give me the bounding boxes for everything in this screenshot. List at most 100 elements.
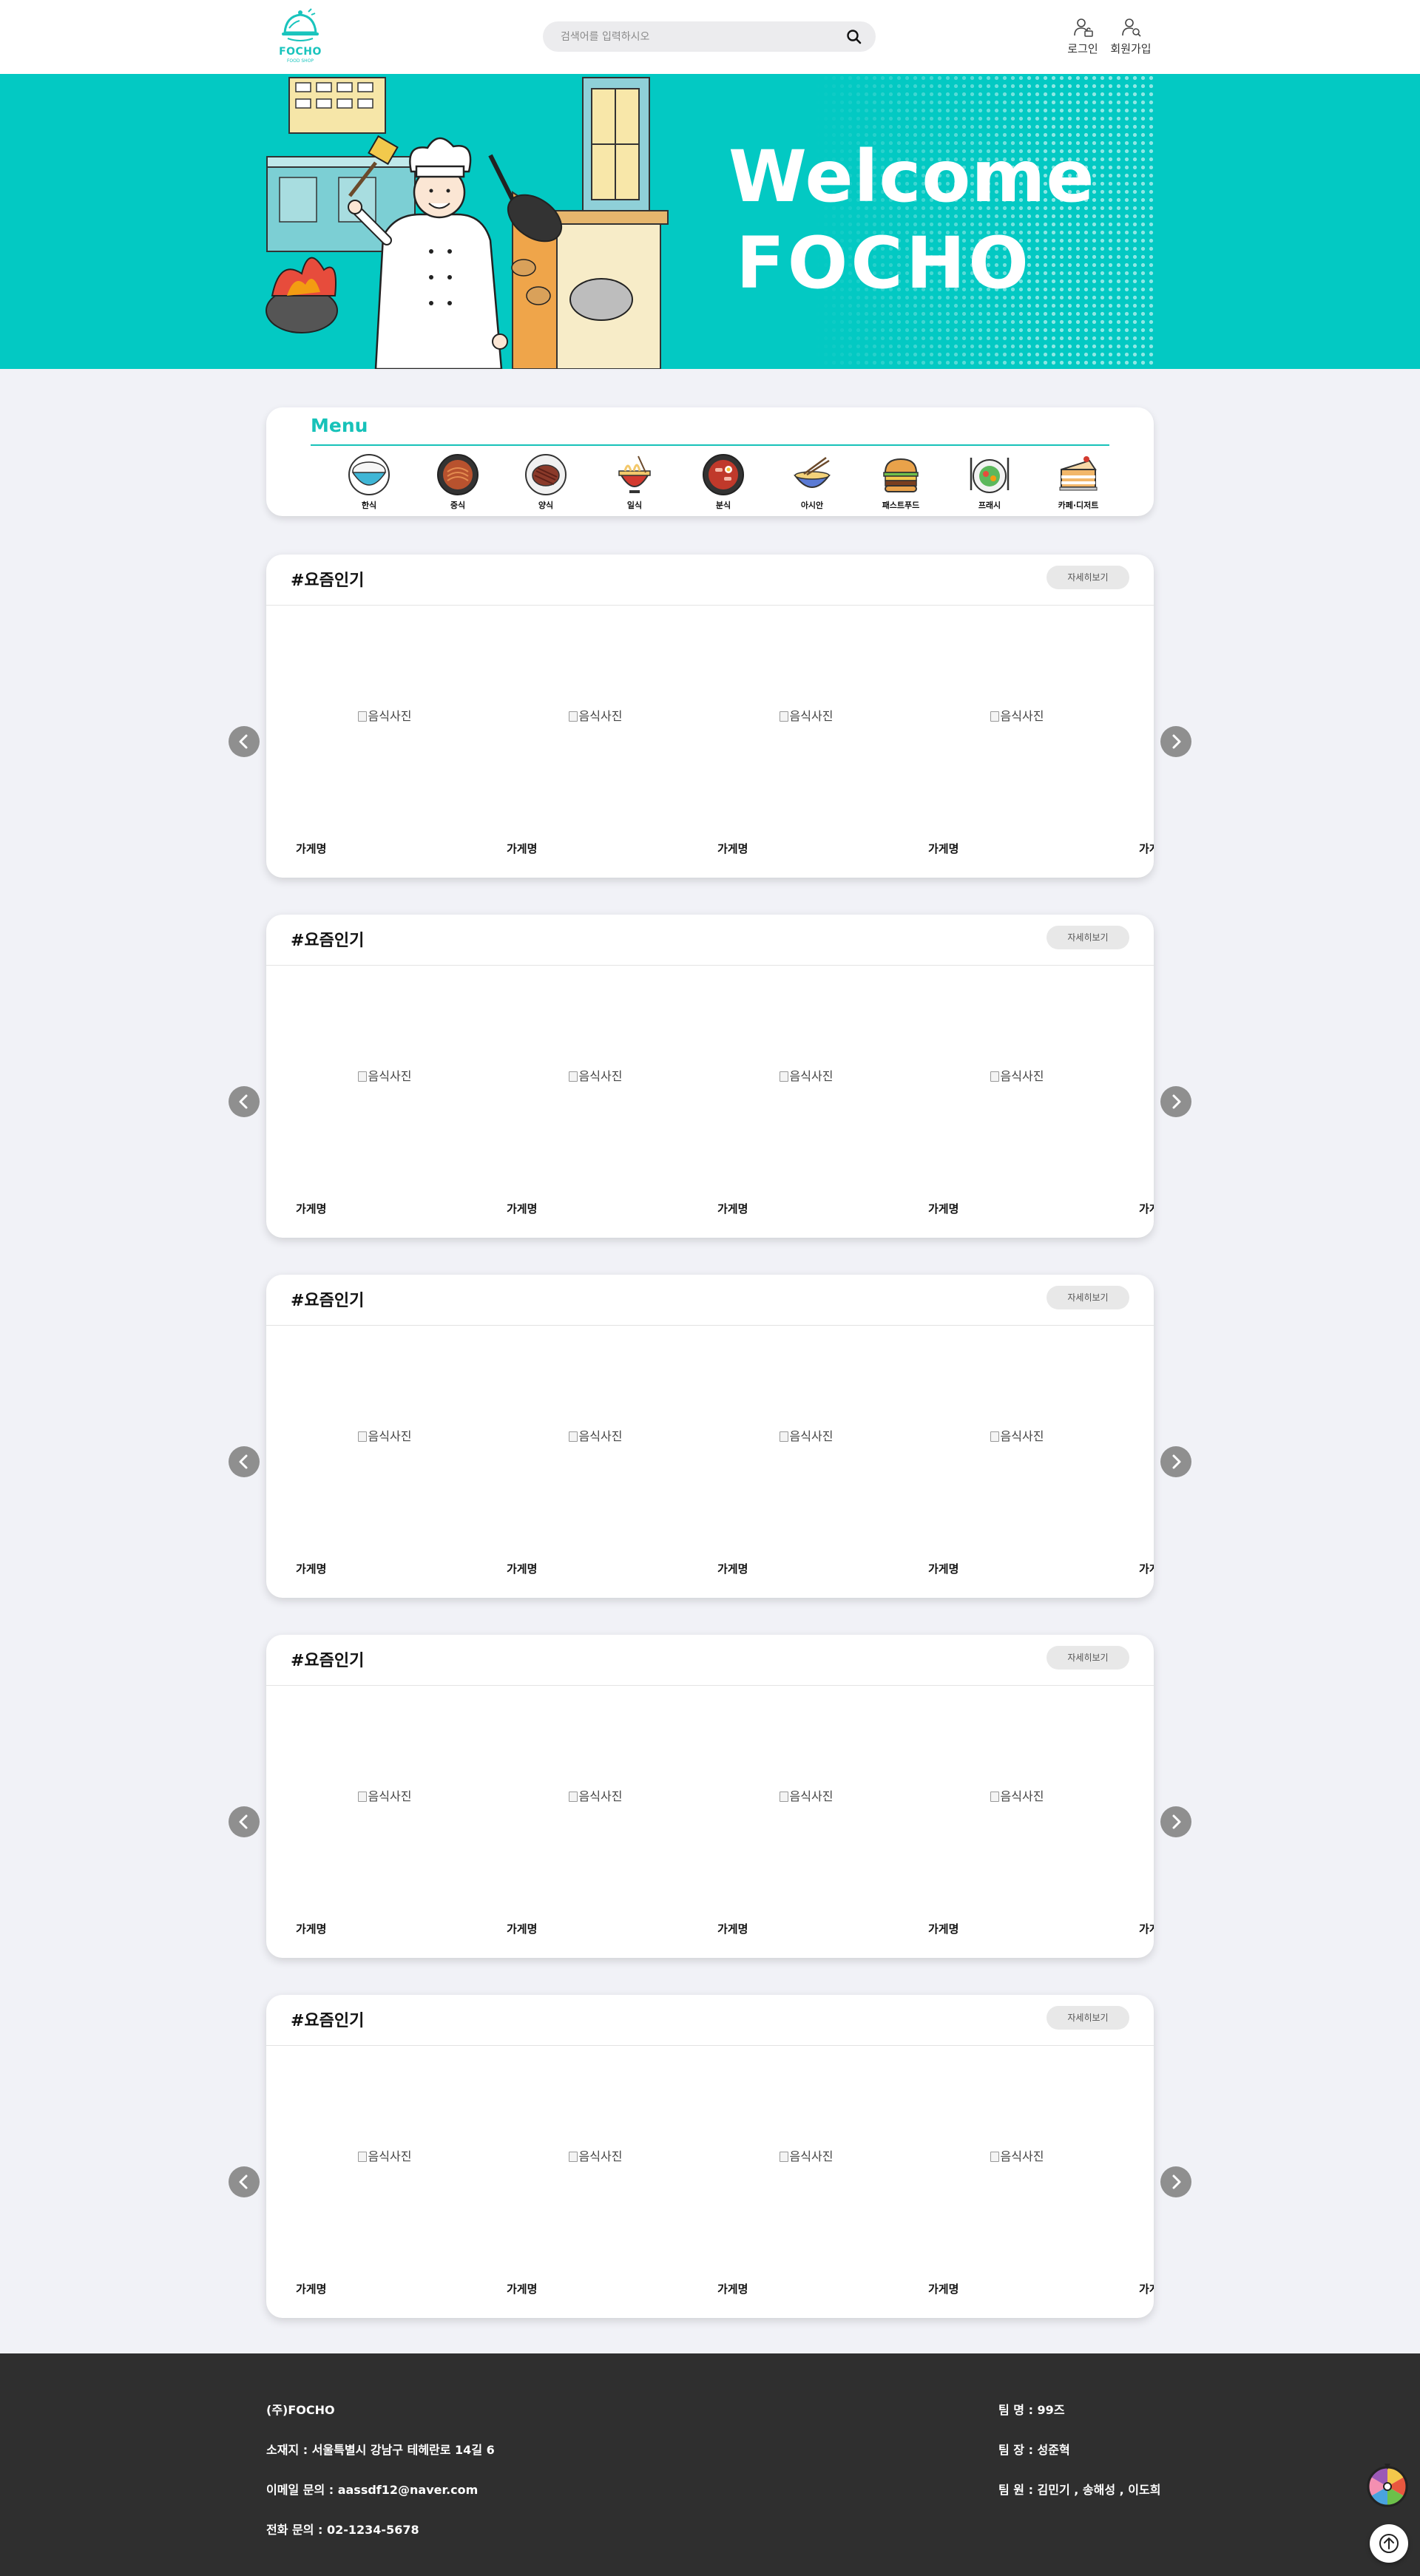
food-photo: 음식사진	[928, 1326, 1106, 1548]
store-name: 가게명	[1139, 1562, 1154, 1576]
store-card[interactable]: 음식사진가게명	[717, 1686, 895, 1958]
menu-item-fastfood[interactable]: 패스트푸드	[868, 453, 934, 511]
signup-button[interactable]: 회원가입	[1105, 16, 1157, 56]
food-photo: 음식사진	[296, 1686, 473, 1908]
store-name: 가게명	[507, 1922, 538, 1936]
store-card[interactable]: 음식사진가게명	[928, 1326, 1106, 1598]
hero-line-welcome: Welcome	[728, 135, 1095, 218]
food-photo: 음식사진	[717, 1326, 895, 1548]
search-icon	[847, 30, 862, 44]
store-card[interactable]: 음식사진가게명	[296, 966, 473, 1238]
store-card[interactable]: 음식사진가게명	[717, 1326, 895, 1598]
section-card: #요즘인기자세히보기음식사진가게명음식사진가게명음식사진가게명음식사진가게명음식…	[266, 1635, 1154, 1958]
view-more-button[interactable]: 자세히보기	[1047, 2006, 1129, 2030]
store-card[interactable]: 음식사진가게명	[296, 1686, 473, 1958]
store-card[interactable]: 음식사진가게명	[507, 1686, 684, 1958]
roulette-wheel-icon	[1367, 2464, 1408, 2507]
login-button[interactable]: 로그인	[1061, 16, 1105, 56]
search-input[interactable]	[561, 21, 827, 52]
carousel-next-button[interactable]	[1160, 1446, 1191, 1477]
store-name: 가게명	[296, 1202, 327, 1216]
menu-item-korean[interactable]: 한식	[336, 453, 402, 511]
carousel-prev-button[interactable]	[229, 726, 260, 757]
carousel-prev-button[interactable]	[229, 2166, 260, 2197]
store-card[interactable]: 음식사진가게명	[1139, 2046, 1154, 2318]
store-card[interactable]: 음식사진가게명	[1139, 606, 1154, 878]
steak-plate-icon	[525, 454, 567, 495]
menu-item-fresh[interactable]: 프래시	[956, 453, 1023, 511]
section-title: #요즘인기	[291, 2012, 365, 2030]
carousel-next-button[interactable]	[1160, 1086, 1191, 1117]
food-photo-alt: 음식사진	[789, 1069, 834, 1083]
store-card[interactable]: 음식사진가게명	[928, 1686, 1106, 1958]
chevron-left-icon	[239, 1814, 248, 1829]
store-card[interactable]: 음식사진가게명	[717, 2046, 895, 2318]
store-name: 가게명	[296, 1562, 327, 1576]
section-card: #요즘인기자세히보기음식사진가게명음식사진가게명음식사진가게명음식사진가게명음식…	[266, 915, 1154, 1238]
menu-item-asian[interactable]: 아시안	[779, 453, 845, 511]
hero-line-brand: FOCHO	[736, 222, 1032, 305]
store-card[interactable]: 음식사진가게명	[507, 1326, 684, 1598]
store-card[interactable]: 음식사진가게명	[507, 2046, 684, 2318]
carousel-next-button[interactable]	[1160, 2166, 1191, 2197]
store-card[interactable]: 음식사진가게명	[928, 2046, 1106, 2318]
store-card[interactable]: 음식사진가게명	[1139, 1686, 1154, 1958]
carousel-next-button[interactable]	[1160, 726, 1191, 757]
menu-item-japanese[interactable]: 일식	[601, 453, 668, 511]
broken-image-icon	[568, 1071, 578, 1082]
popular-section: #요즘인기자세히보기음식사진가게명음식사진가게명음식사진가게명음식사진가게명음식…	[229, 1635, 1191, 1958]
carousel-prev-button[interactable]	[229, 1806, 260, 1837]
store-name: 가게명	[507, 2282, 538, 2296]
popular-section: #요즘인기자세히보기음식사진가게명음식사진가게명음식사진가게명음식사진가게명음식…	[229, 915, 1191, 1238]
store-carousel: 음식사진가게명음식사진가게명음식사진가게명음식사진가게명음식사진가게명	[266, 606, 1154, 878]
store-card[interactable]: 음식사진가게명	[717, 606, 895, 878]
store-card[interactable]: 음식사진가게명	[296, 2046, 473, 2318]
view-more-button[interactable]: 자세히보기	[1047, 1646, 1129, 1670]
store-card[interactable]: 음식사진가게명	[296, 606, 473, 878]
view-more-button[interactable]: 자세히보기	[1047, 1286, 1129, 1309]
chevron-left-icon	[239, 1094, 248, 1109]
store-name: 가게명	[928, 2282, 959, 2296]
food-photo-alt: 음식사진	[789, 1789, 834, 1803]
food-photo: 음식사진	[296, 606, 473, 827]
menu-item-chinese[interactable]: 중식	[425, 453, 491, 511]
section-title: #요즘인기	[291, 572, 365, 590]
store-card[interactable]: 음식사진가게명	[1139, 966, 1154, 1238]
broken-image-icon	[779, 2152, 788, 2162]
food-photo-alt: 음식사진	[578, 709, 623, 723]
store-card[interactable]: 음식사진가게명	[717, 966, 895, 1238]
view-more-button[interactable]: 자세히보기	[1047, 926, 1129, 949]
food-photo: 음식사진	[717, 966, 895, 1187]
footer-address: 소재지 : 서울특별시 강남구 테헤란로 14길 6	[266, 2443, 495, 2457]
food-photo-alt: 음식사진	[789, 2149, 834, 2163]
pho-bowl-icon	[794, 456, 831, 488]
section-card: #요즘인기자세히보기음식사진가게명음식사진가게명음식사진가게명음식사진가게명음식…	[266, 1275, 1154, 1598]
focho-logo[interactable]: FOCHO FOOD SHOP	[277, 6, 324, 65]
menu-item-western[interactable]: 양식	[513, 453, 579, 511]
store-name: 가게명	[717, 1562, 748, 1576]
store-card[interactable]: 음식사진가게명	[296, 1326, 473, 1598]
store-name: 가게명	[296, 2282, 327, 2296]
store-card[interactable]: 음식사진가게명	[928, 966, 1106, 1238]
food-photo-alt: 음식사진	[1000, 1789, 1044, 1803]
carousel-prev-button[interactable]	[229, 1086, 260, 1117]
food-photo: 음식사진	[1139, 2046, 1154, 2268]
user-login-icon	[1074, 18, 1093, 37]
menu-title: Menu	[311, 415, 368, 436]
food-photo: 음식사진	[928, 2046, 1106, 2268]
food-photo-alt: 음식사진	[368, 1429, 412, 1443]
view-more-button[interactable]: 자세히보기	[1047, 566, 1129, 589]
menu-item-snack[interactable]: 분식	[690, 453, 757, 511]
store-card[interactable]: 음식사진가게명	[928, 606, 1106, 878]
carousel-next-button[interactable]	[1160, 1806, 1191, 1837]
carousel-prev-button[interactable]	[229, 1446, 260, 1477]
food-photo: 음식사진	[717, 2046, 895, 2268]
search-button[interactable]	[845, 27, 864, 47]
roulette-button[interactable]	[1365, 2462, 1410, 2508]
store-card[interactable]: 음식사진가게명	[507, 606, 684, 878]
store-card[interactable]: 음식사진가게명	[507, 966, 684, 1238]
store-carousel: 음식사진가게명음식사진가게명음식사진가게명음식사진가게명음식사진가게명	[266, 1326, 1154, 1598]
menu-item-cafe-dessert[interactable]: 카페·디저트	[1045, 453, 1112, 511]
store-card[interactable]: 음식사진가게명	[1139, 1326, 1154, 1598]
scroll-to-top-button[interactable]	[1370, 2524, 1408, 2563]
